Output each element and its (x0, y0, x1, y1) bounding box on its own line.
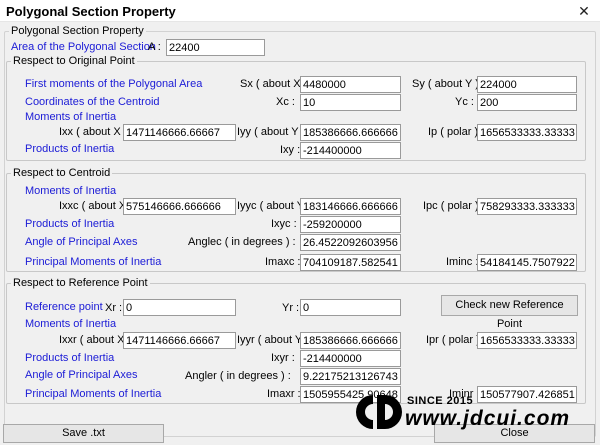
principal-moments-label-3: Principal Moments of Inertia (25, 388, 162, 400)
window-title: Polygonal Section Property (6, 4, 176, 19)
watermark-since: SINCE 2015 (407, 395, 474, 407)
yc-label: Yc : (455, 96, 474, 108)
xr-field[interactable]: 0 (123, 299, 236, 316)
anglec-field[interactable]: 26.4522092603956 (300, 234, 401, 251)
dialog-client: Polygonal Section Property Area of the P… (0, 22, 600, 445)
ixxr-field[interactable]: 1471146666.66667 (123, 332, 236, 349)
iminc-field[interactable]: 54184145.7507922 (477, 254, 577, 271)
window-close-icon[interactable]: ✕ (571, 1, 597, 21)
polygonal-section-legend: Polygonal Section Property (11, 25, 144, 37)
area-label: Area of the Polygonal Section (11, 41, 156, 53)
products-inertia-label-3: Products of Inertia (25, 352, 115, 364)
iminc-label: Iminc : (446, 256, 479, 268)
products-inertia-label-1: Products of Inertia (25, 143, 115, 155)
yr-label: Yr : (282, 302, 300, 314)
first-moments-label: First moments of the Polygonal Area (25, 78, 203, 90)
ixy-label: Ixy : (280, 144, 301, 156)
sy-field[interactable]: 224000 (477, 76, 577, 93)
centroid-legend: Respect to Centroid (13, 167, 111, 179)
reference-point-legend: Respect to Reference Point (13, 277, 148, 289)
principal-moments-label-2: Principal Moments of Inertia (25, 256, 162, 268)
ixyr-field[interactable]: -214400000 (300, 350, 401, 367)
title-bar: Polygonal Section Property ✕ (0, 0, 600, 22)
iyyc-field[interactable]: 183146666.666666 (300, 198, 401, 215)
watermark-url: www.jdcui.com (405, 407, 571, 430)
centroid-coords-label: Coordinates of the Centroid (25, 96, 160, 108)
angler-label: Angler ( in degrees ) : (185, 370, 291, 382)
yc-field[interactable]: 200 (477, 94, 577, 111)
reference-point-label: Reference point (25, 301, 103, 313)
ipc-label: Ipc ( polar ) : (423, 200, 485, 212)
angle-axes-label-2: Angle of Principal Axes (25, 236, 138, 248)
sy-label: Sy ( about Y ) : (412, 78, 485, 90)
angle-axes-label-3: Angle of Principal Axes (25, 369, 138, 381)
ixyr-label: Ixyr : (271, 352, 295, 364)
save-txt-button[interactable]: Save .txt (3, 424, 164, 443)
imaxr-label: Imaxr : (267, 388, 301, 400)
ip-label: Ip ( polar ) : (428, 126, 485, 138)
area-symbol: A : (148, 41, 161, 53)
sx-field[interactable]: 4480000 (300, 76, 401, 93)
moments-inertia-label-3: Moments of Inertia (25, 318, 117, 330)
area-field[interactable]: 22400 (166, 39, 265, 56)
iyy-field[interactable]: 185386666.666666 (300, 124, 401, 141)
imaxc-field[interactable]: 704109187.582541 (300, 254, 401, 271)
check-reference-point-button[interactable]: Check new Reference Point (441, 295, 578, 330)
anglec-label: Anglec ( in degrees ) : (188, 236, 296, 248)
ixyc-field[interactable]: -259200000 (300, 216, 401, 233)
original-point-legend: Respect to Original Point (13, 55, 135, 67)
cd-logo-icon (356, 395, 402, 429)
ixxc-field[interactable]: 575146666.666666 (123, 198, 236, 215)
xc-field[interactable]: 10 (300, 94, 401, 111)
ixx-field[interactable]: 1471146666.66667 (123, 124, 236, 141)
imaxc-label: Imaxc : (265, 256, 301, 268)
ipc-field[interactable]: 758293333.333333 (477, 198, 577, 215)
xc-label: Xc : (276, 96, 295, 108)
yr-field[interactable]: 0 (300, 299, 401, 316)
moments-inertia-label-1: Moments of Inertia (25, 111, 117, 123)
ipr-field[interactable]: 1656533333.33333 (477, 332, 577, 349)
iyyr-field[interactable]: 185386666.666666 (300, 332, 401, 349)
xr-label: Xr : (105, 302, 123, 314)
watermark: SINCE 2015 www.jdcui.com (351, 383, 586, 441)
moments-inertia-label-2: Moments of Inertia (25, 185, 117, 197)
ixy-field[interactable]: -214400000 (300, 142, 401, 159)
products-inertia-label-2: Products of Inertia (25, 218, 115, 230)
ixyc-label: Ixyc : (271, 218, 297, 230)
ip-field[interactable]: 1656533333.33333 (477, 124, 577, 141)
